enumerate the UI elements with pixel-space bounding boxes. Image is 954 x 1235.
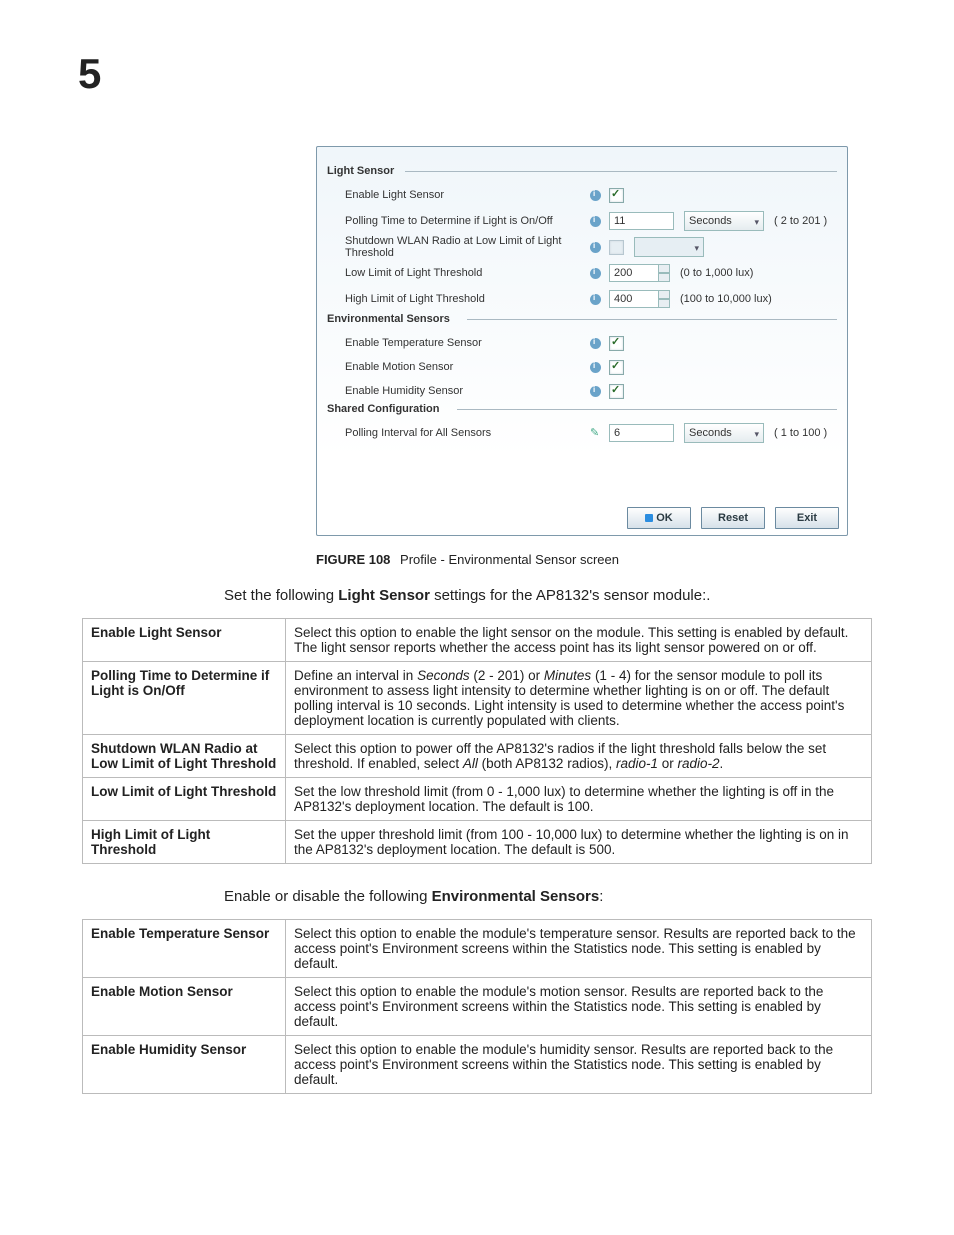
dropdown-unit-shared[interactable]: Seconds <box>684 423 764 443</box>
intro-text-1: Set the following Light Sensor settings … <box>224 587 872 604</box>
spinner-high[interactable] <box>658 290 670 308</box>
desc-cell: Set the upper threshold limit (from 100 … <box>286 821 872 864</box>
term-cell: Enable Light Sensor <box>83 619 286 662</box>
pencil-icon[interactable] <box>590 428 601 439</box>
desc-cell: Select this option to power off the AP81… <box>286 735 872 778</box>
exit-button[interactable]: Exit <box>775 507 839 529</box>
range-polling-all: ( 1 to 100 ) <box>774 427 827 439</box>
checkbox-enable-motion[interactable] <box>609 360 624 375</box>
label-polling-all: Polling Interval for All Sensors <box>345 427 590 439</box>
section-divider <box>405 171 837 172</box>
label-enable-light: Enable Light Sensor <box>345 189 590 201</box>
term-cell: Enable Humidity Sensor <box>83 1036 286 1094</box>
section-title-light: Light Sensor <box>327 165 394 177</box>
label-enable-motion: Enable Motion Sensor <box>345 361 590 373</box>
info-icon[interactable] <box>590 338 601 349</box>
light-sensor-table: Enable Light SensorSelect this option to… <box>82 618 872 864</box>
info-icon[interactable] <box>590 268 601 279</box>
term-cell: Shutdown WLAN Radio at Low Limit of Ligh… <box>83 735 286 778</box>
ok-label: OK <box>656 509 673 527</box>
info-icon[interactable] <box>590 242 601 253</box>
figure-label: FIGURE 108 <box>316 552 390 567</box>
desc-cell: Select this option to enable the module'… <box>286 978 872 1036</box>
dropdown-shutdown-radio <box>634 237 704 257</box>
section-divider <box>457 409 837 410</box>
info-icon[interactable] <box>590 190 601 201</box>
checkbox-enable-temp[interactable] <box>609 336 624 351</box>
section-divider <box>467 319 837 320</box>
term-cell: Low Limit of Light Threshold <box>83 778 286 821</box>
table-row: Enable Humidity SensorSelect this option… <box>83 1036 872 1094</box>
desc-cell: Select this option to enable the module'… <box>286 1036 872 1094</box>
table-row: High Limit of Light ThresholdSet the upp… <box>83 821 872 864</box>
intro-text-2: Enable or disable the following Environm… <box>224 888 872 905</box>
label-low-limit: Low Limit of Light Threshold <box>345 267 590 279</box>
table-row: Enable Light SensorSelect this option to… <box>83 619 872 662</box>
spinner-low[interactable] <box>658 264 670 282</box>
env-sensor-table: Enable Temperature SensorSelect this opt… <box>82 919 872 1094</box>
screenshot-panel: Light Sensor Enable Light Sensor Polling… <box>316 146 848 536</box>
label-enable-temp: Enable Temperature Sensor <box>345 337 590 349</box>
term-cell: Enable Temperature Sensor <box>83 920 286 978</box>
desc-cell: Select this option to enable the light s… <box>286 619 872 662</box>
table-row: Shutdown WLAN Radio at Low Limit of Ligh… <box>83 735 872 778</box>
ok-button[interactable]: OK <box>627 507 691 529</box>
dropdown-unit-light[interactable]: Seconds <box>684 211 764 231</box>
section-title-env: Environmental Sensors <box>327 313 450 325</box>
ok-icon <box>645 514 653 522</box>
table-row: Polling Time to Determine if Light is On… <box>83 662 872 735</box>
label-shutdown: Shutdown WLAN Radio at Low Limit of Ligh… <box>345 235 590 259</box>
term-cell: Polling Time to Determine if Light is On… <box>83 662 286 735</box>
input-polling-light[interactable]: 11 <box>609 212 674 230</box>
figure-text: Profile - Environmental Sensor screen <box>400 552 619 567</box>
label-enable-humidity: Enable Humidity Sensor <box>345 385 590 397</box>
desc-cell: Set the low threshold limit (from 0 - 1,… <box>286 778 872 821</box>
input-polling-all[interactable]: 6 <box>609 424 674 442</box>
term-cell: Enable Motion Sensor <box>83 978 286 1036</box>
chapter-number: 5 <box>78 50 100 98</box>
section-title-shared: Shared Configuration <box>327 403 439 415</box>
label-polling-light: Polling Time to Determine if Light is On… <box>345 215 590 227</box>
range-high: (100 to 10,000 lux) <box>680 293 772 305</box>
info-icon[interactable] <box>590 362 601 373</box>
figure-caption: FIGURE 108 Profile - Environmental Senso… <box>316 552 872 567</box>
checkbox-shutdown[interactable] <box>609 240 624 255</box>
range-polling-light: ( 2 to 201 ) <box>774 215 827 227</box>
checkbox-enable-light[interactable] <box>609 188 624 203</box>
range-low: (0 to 1,000 lux) <box>680 267 753 279</box>
table-row: Enable Temperature SensorSelect this opt… <box>83 920 872 978</box>
term-cell: High Limit of Light Threshold <box>83 821 286 864</box>
label-high-limit: High Limit of Light Threshold <box>345 293 590 305</box>
table-row: Enable Motion SensorSelect this option t… <box>83 978 872 1036</box>
input-high-limit[interactable]: 400 <box>609 290 659 308</box>
input-low-limit[interactable]: 200 <box>609 264 659 282</box>
desc-cell: Select this option to enable the module'… <box>286 920 872 978</box>
checkbox-enable-humidity[interactable] <box>609 384 624 399</box>
reset-button[interactable]: Reset <box>701 507 765 529</box>
desc-cell: Define an interval in Seconds (2 - 201) … <box>286 662 872 735</box>
info-icon[interactable] <box>590 294 601 305</box>
table-row: Low Limit of Light ThresholdSet the low … <box>83 778 872 821</box>
info-icon[interactable] <box>590 386 601 397</box>
info-icon[interactable] <box>590 216 601 227</box>
